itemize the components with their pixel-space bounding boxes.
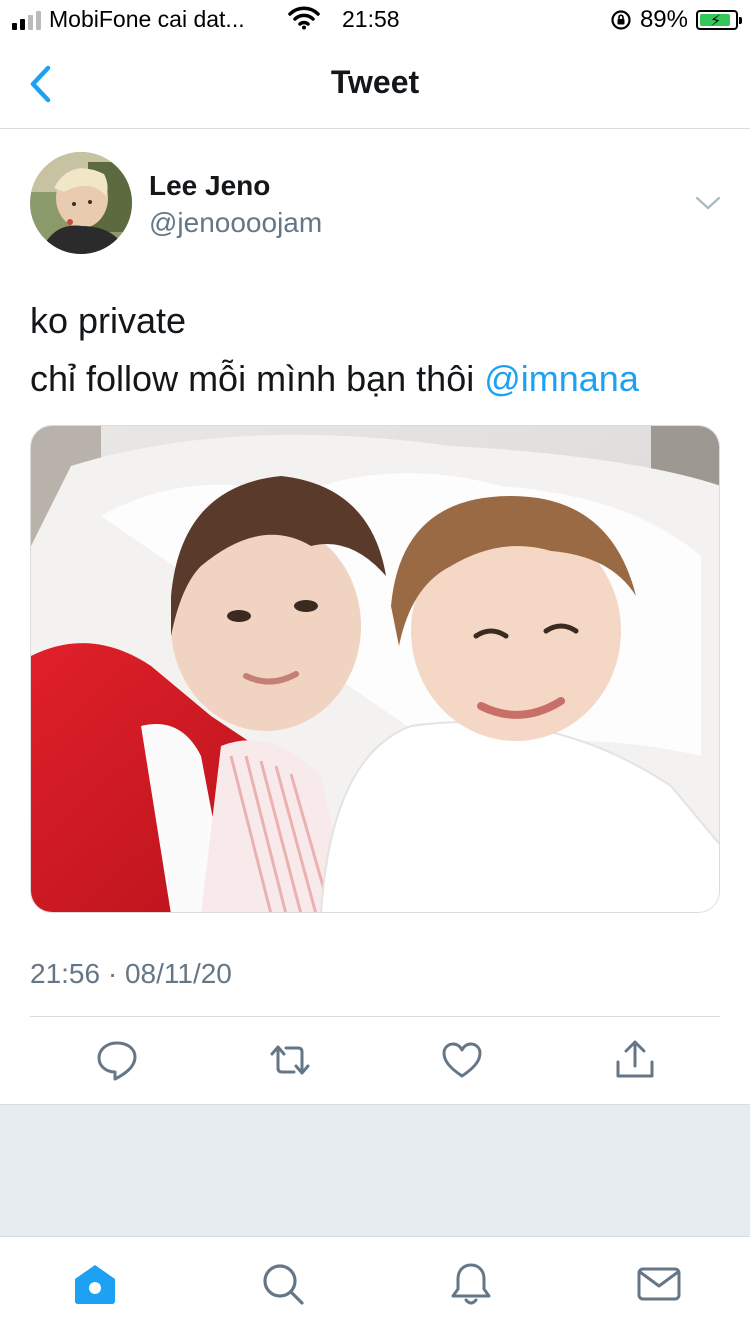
signal-strength-icon [12,10,41,30]
carrier-name: MobiFone cai dat... [49,6,245,32]
battery-icon: ⚡ [696,10,742,30]
reply-icon[interactable] [95,1038,139,1082]
photo-image [31,426,719,912]
tab-bar [0,1236,750,1334]
tweet-photo[interactable] [30,425,720,913]
retweet-icon[interactable] [268,1038,312,1082]
tweet-text-line-2-body: chỉ follow mỗi mình bạn thôi [30,358,485,399]
author-handle[interactable]: @jenoooojam [149,207,322,239]
avatar-image [30,152,132,254]
status-right: 89% ⚡ [610,6,742,34]
home-icon[interactable] [72,1261,118,1307]
status-bar: MobiFone cai dat... 21:58 89% ⚡ [0,0,750,40]
tweet-text-line-1: ko private [30,300,187,341]
search-icon[interactable] [260,1261,306,1307]
status-time: 21:58 [342,6,400,32]
timeline-spacer [0,1104,750,1236]
orientation-lock-icon [611,10,631,30]
battery-percent: 89% [639,6,688,33]
charging-bolt-icon: ⚡ [710,13,722,30]
notifications-icon[interactable] [448,1261,494,1307]
divider [30,1016,720,1017]
share-icon[interactable] [613,1038,657,1082]
author-avatar[interactable] [30,152,132,254]
tweet-text: ko private chỉ follow mỗi mình bạn thôi … [30,292,720,408]
messages-icon[interactable] [636,1261,682,1307]
navigation-bar: Tweet [0,40,750,129]
chevron-down-icon[interactable] [694,192,722,214]
mention-link[interactable]: @imnana [484,358,639,399]
author-display-name[interactable]: Lee Jeno [149,170,270,202]
status-left: MobiFone cai dat... [12,6,245,33]
tweet-actions [0,1018,750,1104]
page-title: Tweet [330,64,420,100]
wifi-icon [288,6,320,30]
tweet-text-line-2: chỉ follow mỗi mình bạn thôi @imnana [30,350,720,408]
tweet-detail-screen: MobiFone cai dat... 21:58 89% ⚡ Tweet Le… [0,0,750,1334]
heart-icon[interactable] [440,1038,484,1082]
tweet-timestamp[interactable]: 21:56 · 08/11/20 [30,958,232,990]
